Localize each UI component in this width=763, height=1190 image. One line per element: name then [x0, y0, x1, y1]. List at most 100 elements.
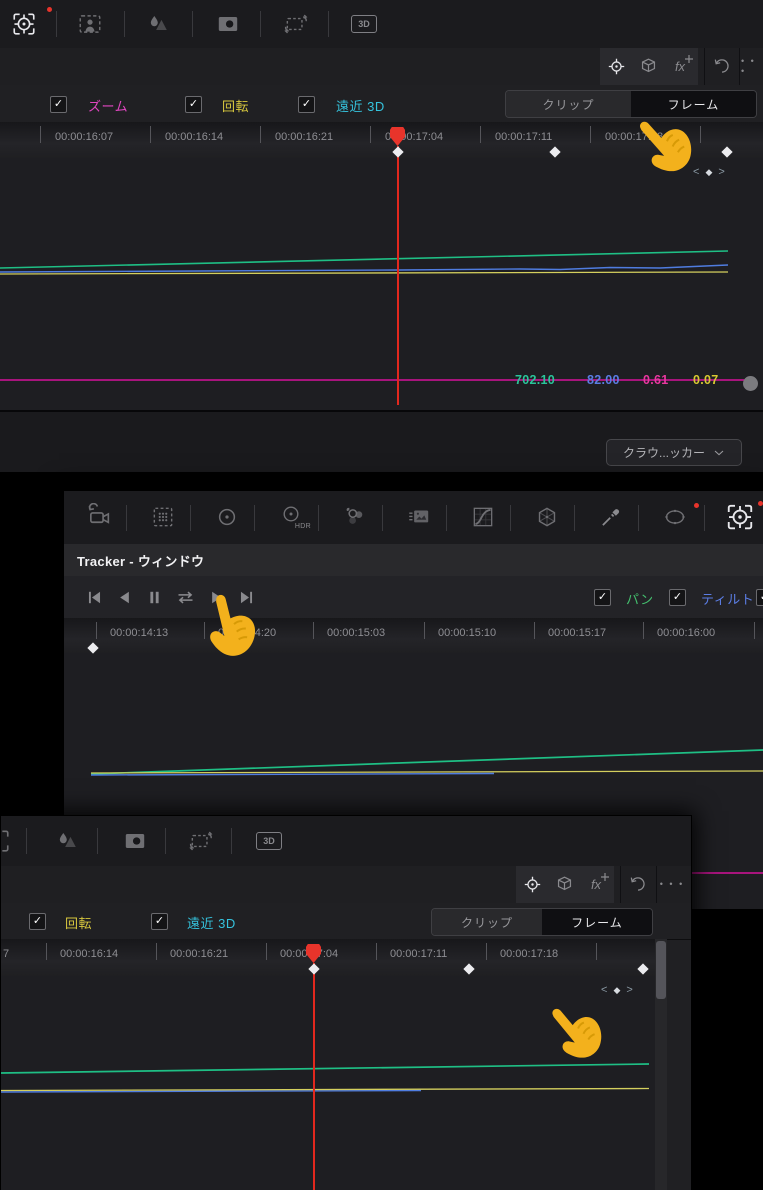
tracker-panel-bottom: 3D fx • • • ✓ 回転 ✓ 遠近 3D クリップ フレーム 7 00:… — [0, 815, 692, 1190]
window-title: Tracker - ウィンドウ — [77, 553, 205, 569]
keyframe-diamond-button[interactable]: ◆ — [613, 985, 620, 996]
pan-checkbox[interactable]: ✓ — [594, 589, 611, 606]
color-wheels-icon[interactable] — [206, 502, 248, 532]
clip-button[interactable]: クリップ — [506, 91, 631, 117]
camera-tracker-icon[interactable] — [78, 502, 120, 532]
scrollbar-thumb[interactable] — [656, 941, 666, 999]
pause-button[interactable] — [142, 586, 166, 608]
tracker-window-icon[interactable] — [4, 4, 44, 44]
clipped-toolbar-icon[interactable] — [0, 821, 13, 861]
perspective-3d-checkbox-label: 遠近 3D — [336, 99, 385, 114]
zoom-checkbox-cut[interactable]: ✓ — [756, 589, 763, 606]
clip-frame-switch: クリップ フレーム — [431, 908, 653, 936]
divider — [260, 11, 261, 37]
graph-value-zoom: 702.10 — [515, 373, 556, 387]
panel-header-bar: fx • • • — [0, 48, 763, 86]
play-reverse-button[interactable] — [112, 586, 136, 608]
rotate-checkbox[interactable]: ✓ — [29, 913, 46, 930]
vertical-scrollbar[interactable] — [655, 939, 667, 1190]
playhead-line[interactable] — [313, 963, 315, 1190]
perspective-3d-checkbox[interactable]: ✓ — [298, 96, 315, 113]
blur-sharpen-icon[interactable] — [138, 4, 178, 44]
transport-row: ✓ パン ✓ ティルト ✓ — [64, 576, 763, 619]
qualifier-icon[interactable] — [590, 502, 632, 532]
more-options-icon[interactable]: • • • — [741, 54, 763, 78]
rotate-checkbox-label: 回転 — [65, 916, 93, 931]
window-title-bar[interactable]: Tracker - ウィンドウ — [64, 544, 763, 577]
timecode: 00:00:17:18 — [500, 948, 559, 960]
3d-tracker-icon[interactable]: 3D — [344, 4, 384, 44]
tracker-window-icon[interactable] — [718, 500, 762, 534]
graph-value-tilt: 82.00 — [587, 373, 620, 387]
next-keyframe-button[interactable]: > — [718, 166, 724, 178]
playhead-line[interactable] — [397, 146, 399, 405]
stabilizer-icon[interactable] — [181, 821, 221, 861]
custom-curves-icon[interactable] — [462, 502, 504, 532]
more-options-icon[interactable]: • • • — [659, 872, 685, 896]
palette-toolbar: 3D — [1, 816, 691, 867]
modified-badge — [47, 7, 52, 12]
grid-sizing-icon[interactable] — [142, 502, 184, 532]
stills-adjust-icon[interactable] — [398, 502, 440, 532]
timecode-partial: 7 — [3, 948, 10, 960]
rotate-checkbox-label: 回転 — [222, 99, 250, 114]
zoom-checkbox-label: ズーム — [88, 99, 129, 114]
graph-value-perspective: 0.07 — [693, 373, 719, 387]
panel-header-bar: fx • • • — [1, 866, 691, 904]
divider — [704, 48, 705, 85]
keyframe-diamond-button[interactable]: ◆ — [705, 167, 712, 178]
timecode: 00:00:17:11 — [495, 131, 553, 143]
hdr-grade-icon[interactable]: HDR — [270, 499, 312, 530]
tracker-target-icon[interactable] — [600, 48, 632, 85]
tracker-mode-dropdown[interactable]: クラウ...ッカー — [606, 439, 742, 466]
prev-keyframe-button[interactable]: < — [693, 166, 699, 178]
next-keyframe-button[interactable]: > — [626, 984, 632, 996]
timecode: 00:00:17:11 — [390, 948, 448, 960]
divider — [124, 11, 125, 37]
tilt-checkbox-label: ティルト — [701, 592, 755, 607]
prev-keyframe-button[interactable]: < — [601, 984, 607, 996]
power-window-icon[interactable] — [654, 502, 696, 532]
frame-button[interactable]: フレーム — [542, 909, 652, 935]
stabilizer-icon[interactable] — [276, 4, 316, 44]
palette-toolbar: 3D — [0, 0, 763, 49]
timecode: 00:00:14:13 — [110, 627, 169, 639]
perspective-3d-checkbox-label: 遠近 3D — [187, 916, 236, 931]
palette-toolbar: HDR — [64, 491, 763, 545]
3d-tracker-icon[interactable]: 3D — [249, 821, 289, 861]
color-balls-icon[interactable] — [334, 502, 376, 532]
scrollbar-thumb[interactable] — [743, 376, 758, 391]
panel-bottom-bar: クラウ...ッカー — [0, 410, 763, 472]
clip-button[interactable]: クリップ — [432, 909, 542, 935]
lens-correction-icon[interactable] — [115, 821, 155, 861]
zoom-checkbox[interactable]: ✓ — [50, 96, 67, 113]
effects-fx-icon[interactable]: fx — [580, 866, 612, 903]
timecode: 00:00:15:17 — [548, 627, 607, 639]
timeline-ruler[interactable]: 7 00:00:16:14 00:00:16:21 00:00:17:04 00… — [1, 939, 655, 977]
blur-sharpen-icon[interactable] — [47, 821, 87, 861]
timeline-ruler[interactable]: 00:00:14:13 00:00:14:20 00:00:15:03 00:0… — [64, 618, 763, 654]
timecode: 00:00:15:10 — [438, 627, 497, 639]
go-to-start-button[interactable] — [82, 586, 106, 608]
tracker-panel-top: 3D fx • • • ✓ ズーム ✓ 回転 ✓ 遠近 3D クリップ フレーム… — [0, 0, 763, 472]
keyframe-navigator: < ◆ > — [601, 984, 633, 996]
tracker-target-icon[interactable] — [516, 866, 548, 903]
undo-history-icon[interactable] — [708, 54, 736, 78]
magic-mask-icon[interactable] — [70, 4, 110, 44]
davinci-resolve-tracker-screens: 3D fx • • • ✓ ズーム ✓ 回転 ✓ 遠近 3D クリップ フレーム… — [0, 0, 763, 1190]
3d-cube-icon[interactable] — [632, 48, 664, 85]
color-warper-icon[interactable] — [526, 502, 568, 532]
divider — [328, 11, 329, 37]
tracker-graph[interactable]: < ◆ > 702.10 82.00 0.61 0.07 — [0, 158, 763, 410]
rotate-checkbox[interactable]: ✓ — [185, 96, 202, 113]
timecode: 00:00:15:03 — [327, 627, 386, 639]
perspective-3d-checkbox[interactable]: ✓ — [151, 913, 168, 930]
undo-history-icon[interactable] — [624, 872, 652, 896]
effects-fx-icon[interactable]: fx — [664, 48, 696, 85]
analyze-options-row: ✓ 回転 ✓ 遠近 3D クリップ フレーム — [1, 903, 691, 940]
pan-checkbox-label: パン — [626, 592, 654, 607]
lens-correction-icon[interactable] — [208, 4, 248, 44]
keyframe-navigator: < ◆ > — [693, 166, 725, 178]
tilt-checkbox[interactable]: ✓ — [669, 589, 686, 606]
3d-cube-icon[interactable] — [548, 866, 580, 903]
